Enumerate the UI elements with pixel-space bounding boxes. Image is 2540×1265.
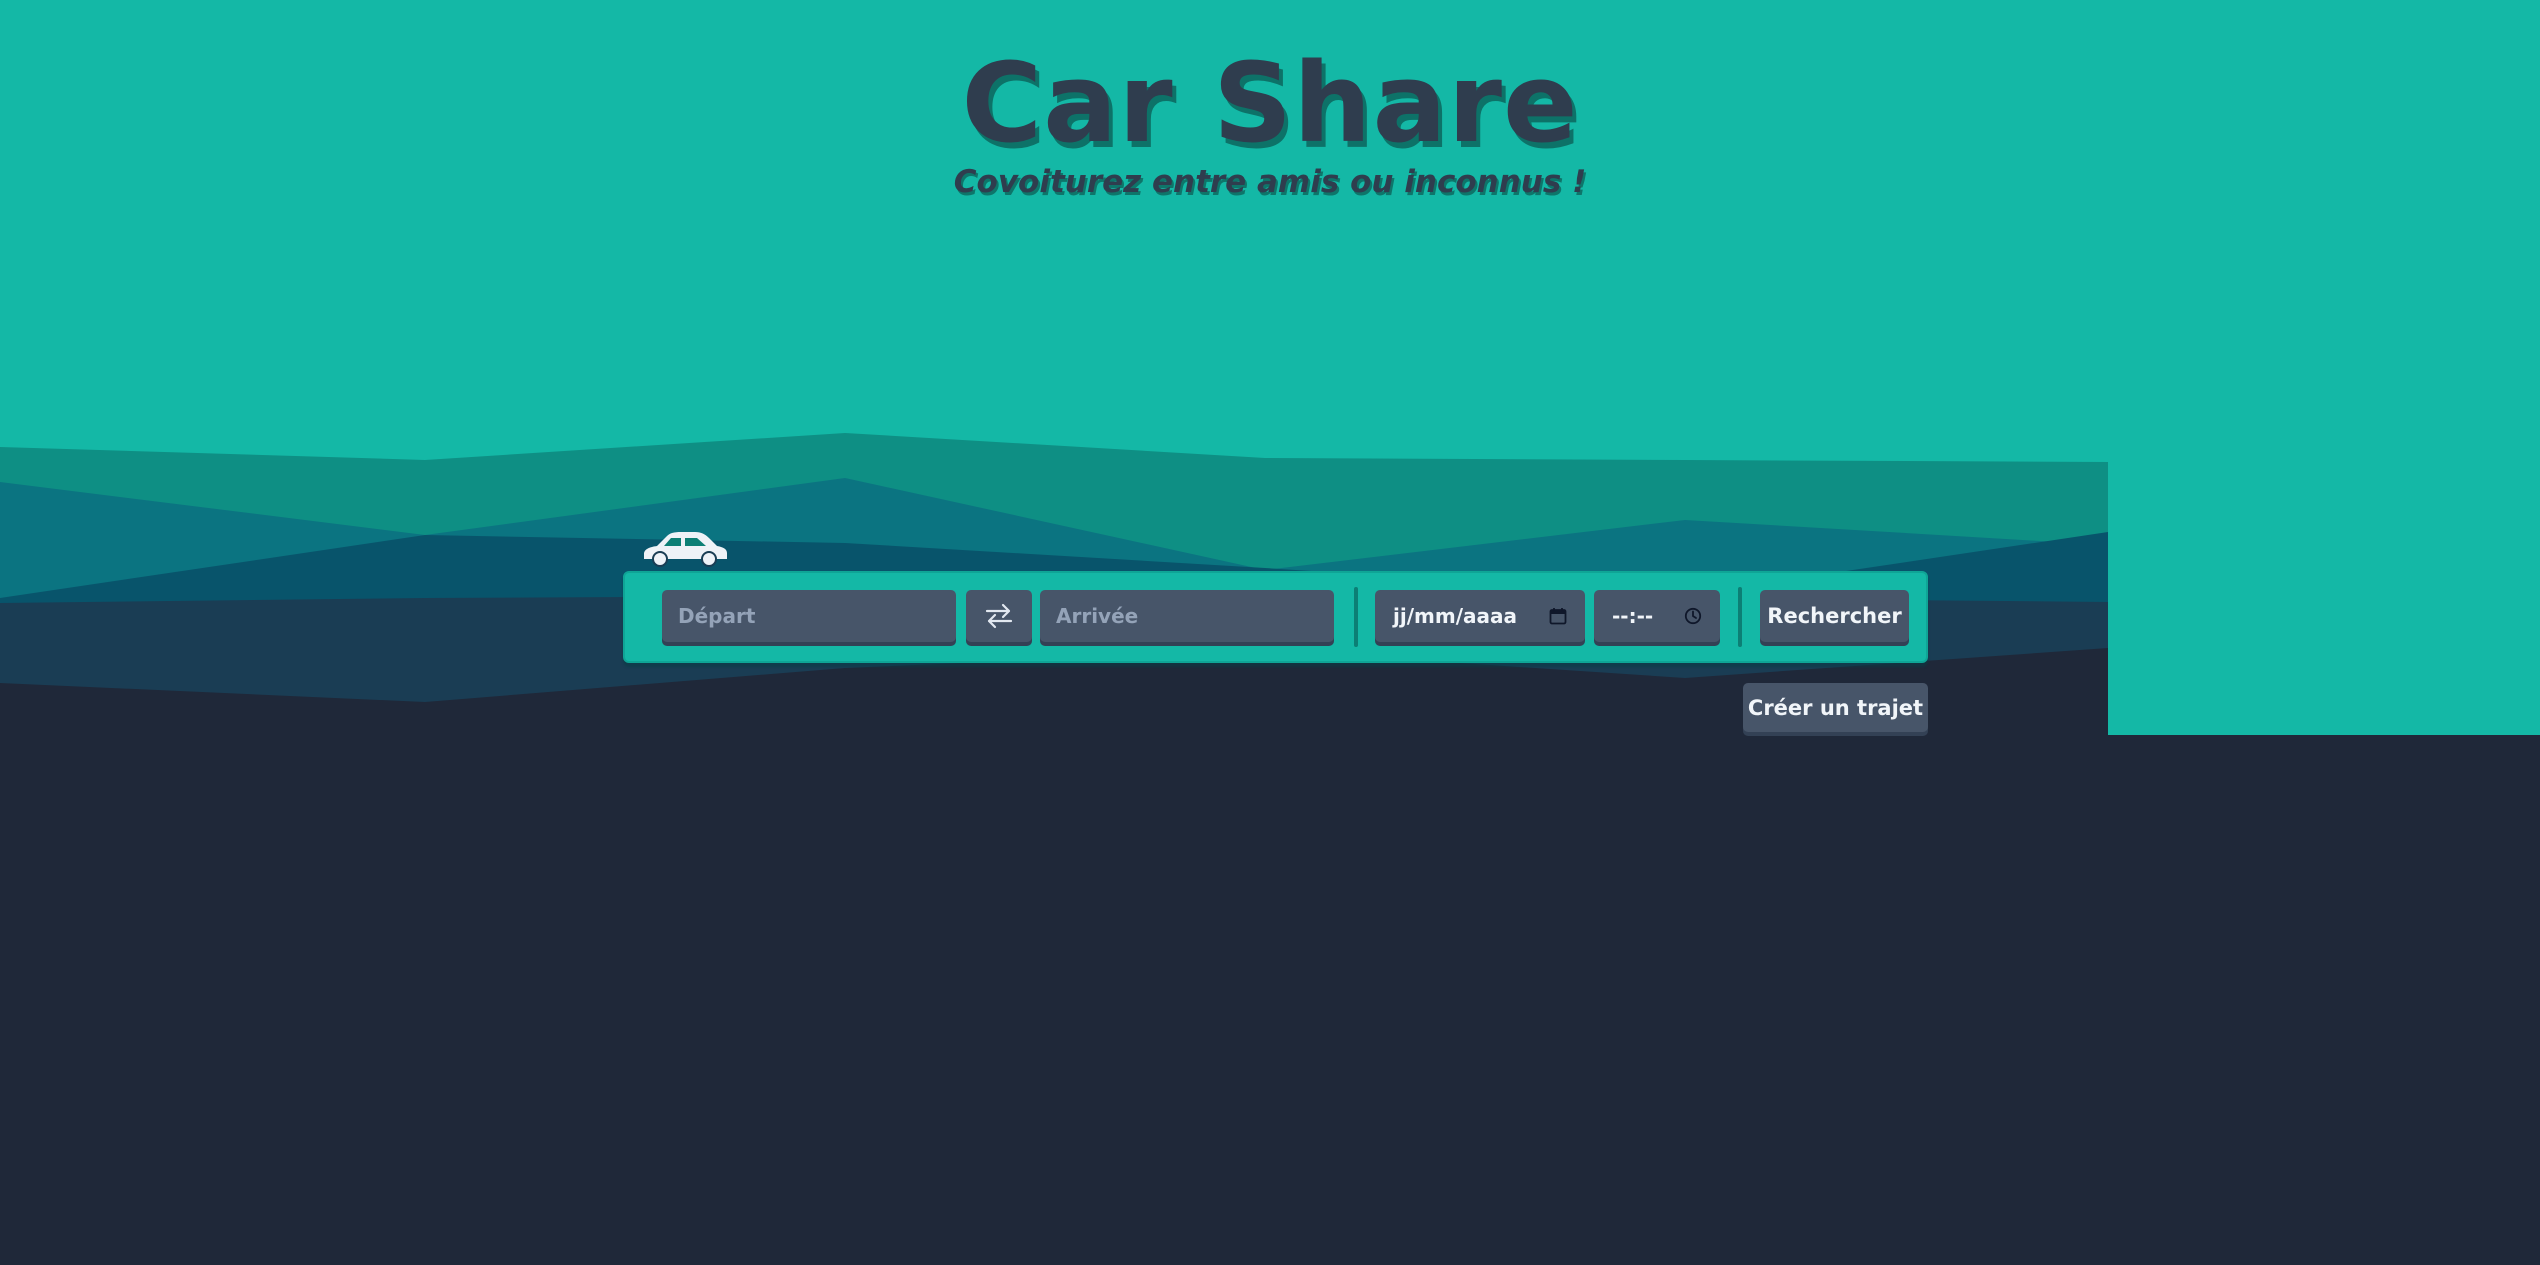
clock-icon[interactable] — [1684, 607, 1702, 625]
divider — [1354, 587, 1358, 647]
time-input[interactable]: --:-- — [1594, 590, 1720, 642]
search-bar: jj/mm/aaaa --:-- Rechercher — [623, 571, 1928, 663]
search-button[interactable]: Rechercher — [1760, 590, 1909, 642]
date-value: jj/mm/aaaa — [1393, 604, 1517, 628]
create-trip-button[interactable]: Créer un trajet — [1743, 683, 1928, 732]
page-subtitle: Covoiturez entre amis ou inconnus ! — [953, 164, 1587, 200]
car-icon — [644, 532, 727, 567]
arrivee-input[interactable] — [1040, 590, 1334, 642]
date-input[interactable]: jj/mm/aaaa — [1375, 590, 1585, 642]
page: Car Share Covoiturez entre amis ou incon… — [0, 0, 2540, 1265]
swap-arrows-icon — [985, 603, 1013, 629]
time-value: --:-- — [1612, 604, 1654, 628]
swap-button[interactable] — [966, 590, 1032, 642]
divider — [1738, 587, 1742, 647]
calendar-icon[interactable] — [1549, 607, 1567, 625]
site-header: Car Share Covoiturez entre amis ou incon… — [0, 48, 2540, 200]
page-title: Car Share — [961, 39, 1579, 167]
depart-input[interactable] — [662, 590, 956, 642]
